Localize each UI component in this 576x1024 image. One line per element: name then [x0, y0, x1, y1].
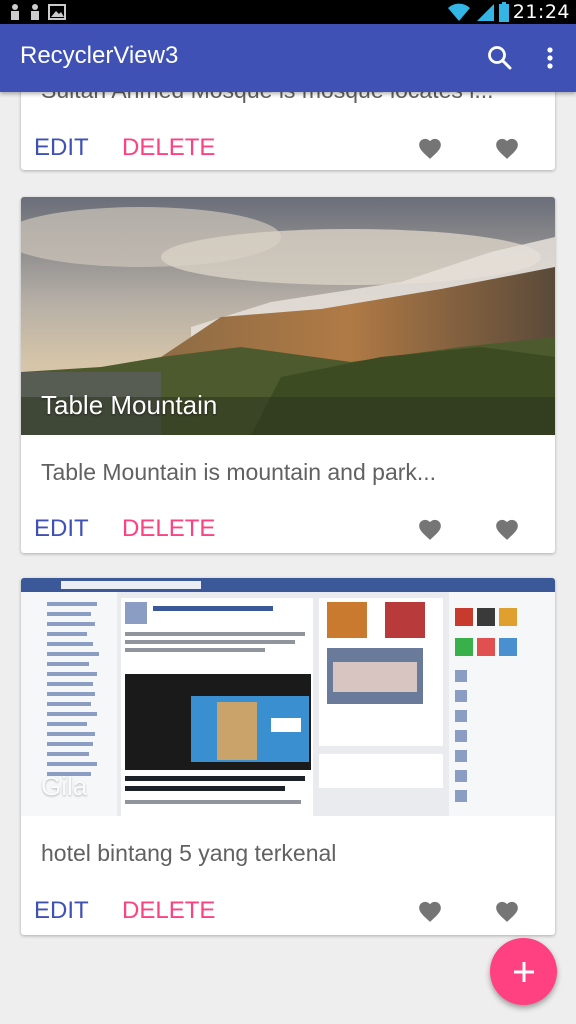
- status-time: 21:24: [512, 1, 570, 23]
- notification-icons: [8, 3, 66, 21]
- search-icon[interactable]: [486, 44, 514, 72]
- status-bar: 21:24: [0, 0, 576, 24]
- heart-icon[interactable]: [417, 517, 443, 541]
- card-actions: EDIT DELETE: [21, 134, 555, 170]
- card-actions: EDIT DELETE: [21, 897, 555, 935]
- heart-icon[interactable]: [417, 899, 443, 923]
- card-description: Table Mountain is mountain and park...: [41, 459, 437, 485]
- wifi-icon: [447, 3, 470, 21]
- plus-icon: [513, 961, 534, 982]
- card-description: hotel bintang 5 yang terkenal: [41, 840, 337, 866]
- card-image[interactable]: Table Mountain: [21, 197, 555, 435]
- edit-button[interactable]: EDIT: [34, 515, 89, 543]
- place-card[interactable]: Table Mountain Table Mountain is mountai…: [21, 197, 555, 553]
- delete-button[interactable]: DELETE: [122, 897, 215, 925]
- add-fab-button[interactable]: [490, 938, 557, 1005]
- place-card[interactable]: Gila hotel bintang 5 yang terkenal EDIT …: [21, 578, 555, 935]
- more-vert-icon[interactable]: [538, 44, 562, 72]
- app-bar: RecyclerView3: [0, 24, 576, 92]
- card-image[interactable]: Gila: [21, 578, 555, 816]
- heart-icon[interactable]: [494, 136, 520, 160]
- heart-icon[interactable]: [494, 517, 520, 541]
- card-actions: EDIT DELETE: [21, 515, 555, 553]
- delete-button[interactable]: DELETE: [122, 515, 215, 543]
- place-card[interactable]: Sultan Ahmed Mosque is mosque locates i.…: [21, 92, 555, 170]
- app-title: RecyclerView3: [20, 42, 179, 69]
- card-description: Sultan Ahmed Mosque is mosque locates i.…: [41, 92, 494, 104]
- heart-icon[interactable]: [494, 899, 520, 923]
- person-icon: [11, 4, 19, 20]
- image-icon: [48, 4, 66, 20]
- edit-button[interactable]: EDIT: [34, 134, 89, 162]
- signal-icon: [476, 4, 494, 21]
- battery-icon: [498, 2, 509, 22]
- person-icon: [31, 4, 39, 20]
- card-image-title: Gila: [41, 771, 88, 801]
- heart-icon[interactable]: [417, 136, 443, 160]
- facebook-screenshot-photo: [21, 578, 555, 816]
- card-image-title: Table Mountain: [41, 390, 218, 420]
- delete-button[interactable]: DELETE: [122, 134, 215, 162]
- card-list[interactable]: Sultan Ahmed Mosque is mosque locates i.…: [0, 92, 576, 1024]
- edit-button[interactable]: EDIT: [34, 897, 89, 925]
